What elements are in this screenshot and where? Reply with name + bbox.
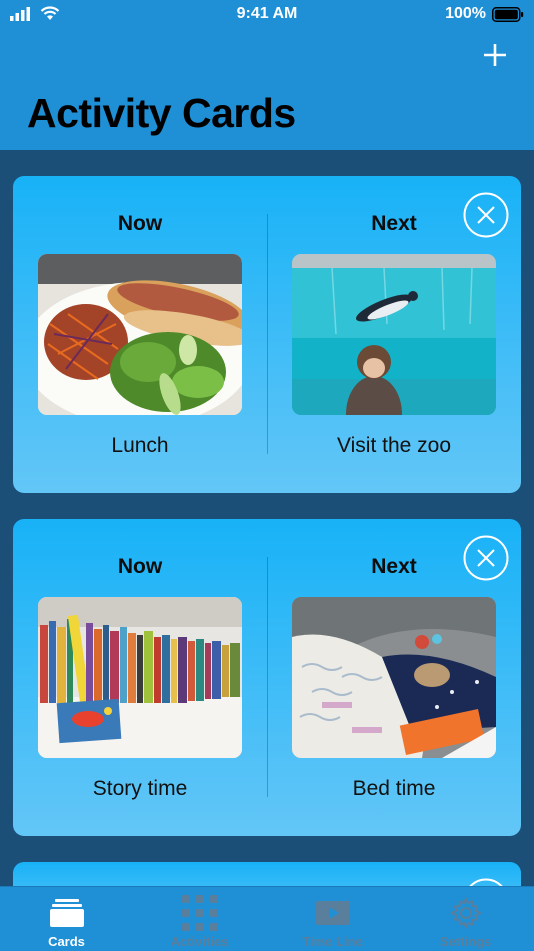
status-right: 100% [445,5,524,23]
remove-card-button[interactable] [463,192,509,238]
zoo-photo [292,254,496,415]
activity-card[interactable]: Now [13,176,521,493]
close-icon [469,878,503,886]
bed-photo [292,597,496,758]
now-label: Now [117,555,163,578]
battery-icon [492,6,524,22]
plus-icon [484,44,506,66]
tab-label: Cards [48,934,85,949]
activity-card[interactable]: Now [13,519,521,836]
gear-icon [449,897,482,929]
tab-label: Settings [439,934,492,949]
now-caption: Lunch [111,434,169,457]
tab-bar: Cards Activities Time Line Settings [0,886,534,951]
lunch-photo [38,254,242,415]
status-bar: 9:41 AM 100% [0,0,534,30]
close-icon [463,535,509,581]
page-title: Activity Cards [27,90,296,136]
tab-cards[interactable]: Cards [0,887,133,951]
books-photo [38,597,242,758]
navigation-header: Activity Cards [0,30,534,150]
close-icon [463,192,509,238]
now-section: Now [13,176,267,493]
now-label: Now [117,212,163,235]
play-icon [315,901,350,925]
tab-timeline[interactable]: Time Line [266,887,399,951]
tab-settings[interactable]: Settings [399,887,532,951]
now-section: Now [13,519,267,836]
now-caption: Story time [92,777,188,800]
add-card-button[interactable] [480,40,510,70]
cards-icon [49,899,84,927]
remove-card-button[interactable] [463,535,509,581]
tab-activities[interactable]: Activities [133,887,266,951]
next-caption: Bed time [352,777,436,800]
battery-percent: 100% [445,5,486,22]
next-caption: Visit the zoo [336,434,451,457]
activity-card[interactable] [13,862,521,886]
tab-label: Time Line [302,934,363,949]
remove-card-button[interactable] [463,878,509,886]
grid-icon [181,895,218,931]
tab-label: Activities [170,934,229,949]
card-list[interactable]: Now Lunch Next Visit the zoo Now Story t… [0,150,534,886]
